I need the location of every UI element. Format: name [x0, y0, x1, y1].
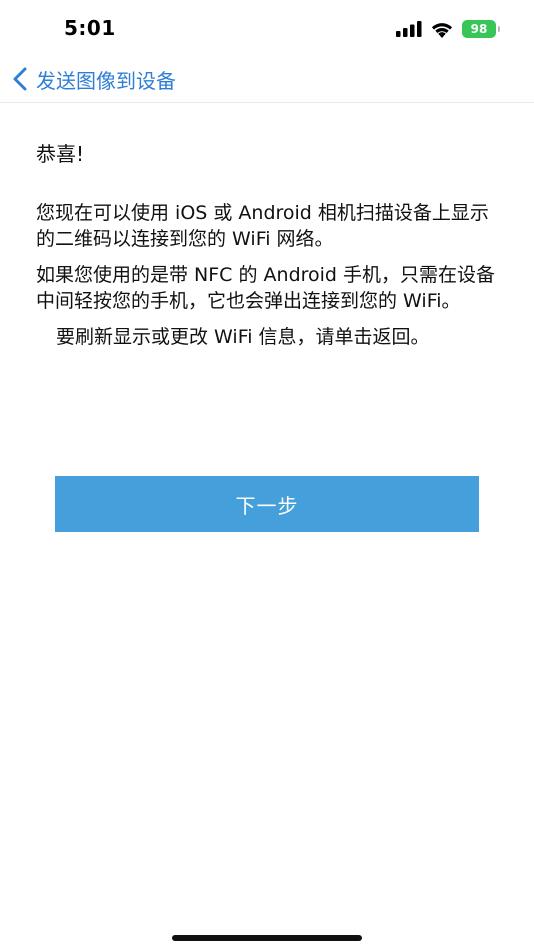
cellular-signal-icon — [396, 21, 422, 37]
content-area: 恭喜! 您现在可以使用 iOS 或 Android 相机扫描设备上显示的二维码以… — [36, 138, 506, 350]
next-step-button[interactable]: 下一步 — [55, 476, 479, 532]
navigation-bar: 发送图像到设备 — [0, 56, 534, 103]
battery-charging-icon: 98 — [462, 20, 500, 38]
wifi-icon — [431, 22, 453, 38]
qr-instructions-text: 您现在可以使用 iOS 或 Android 相机扫描设备上显示的二维码以连接到您… — [36, 202, 489, 250]
status-bar: 5:01 98 — [0, 0, 534, 56]
nfc-instructions-text: 如果您使用的是带 NFC 的 Android 手机，只需在设备中间轻按您的手机，… — [36, 264, 496, 312]
chevron-left-icon — [13, 67, 27, 91]
status-indicators: 98 — [396, 18, 500, 40]
back-label: 发送图像到设备 — [36, 68, 176, 93]
home-indicator — [172, 935, 362, 941]
battery-level: 98 — [470, 22, 488, 36]
refresh-instructions-text: 要刷新显示或更改 WiFi 信息，请单击返回。 — [56, 326, 430, 348]
back-button[interactable]: 发送图像到设备 — [10, 62, 176, 96]
status-time: 5:01 — [64, 16, 116, 40]
congrats-title: 恭喜! — [36, 142, 85, 166]
